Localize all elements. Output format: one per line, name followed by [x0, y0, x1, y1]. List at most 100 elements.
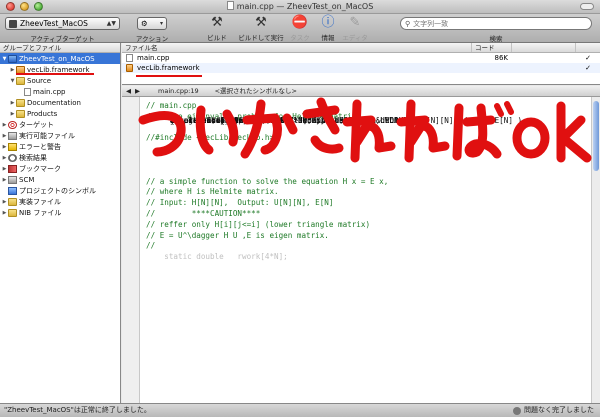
- search-field[interactable]: ⚲: [400, 17, 592, 30]
- framework-icon: [126, 64, 133, 72]
- disclosure-triangle-icon[interactable]: ▶: [1, 133, 8, 139]
- smart-folder-icon: [8, 208, 17, 217]
- magnifier-icon: [8, 153, 17, 162]
- search-icon: ⚲: [405, 19, 411, 28]
- sidebar-item-scm[interactable]: ▶ SCM: [0, 174, 120, 185]
- disclosure-triangle-icon[interactable]: ▼: [9, 78, 16, 84]
- file-list: ファイル名 コード main.cpp 86K ✓ vecLib.framewor…: [122, 43, 600, 85]
- popup-arrows-icon: ▲▼: [106, 20, 116, 27]
- sidebar-item-nib-files[interactable]: ▶ NIB ファイル: [0, 207, 120, 218]
- column-header-target[interactable]: [576, 43, 600, 52]
- disclosure-triangle-icon[interactable]: ▶: [1, 166, 8, 172]
- code-text-area[interactable]: // main.cpp// solve eigenvalue problem f…: [146, 101, 586, 403]
- cpp-file-icon: [24, 87, 31, 96]
- editor-button[interactable]: ✎ エディタ: [340, 15, 370, 42]
- folder-icon: [16, 98, 25, 107]
- disclosure-triangle-icon[interactable]: ▶: [1, 210, 8, 216]
- sidebar-item-errors-warnings[interactable]: ▶ エラーと警告: [0, 141, 120, 152]
- info-icon: ⓘ: [321, 15, 335, 30]
- executable-icon: [8, 131, 17, 140]
- build-result-text: 問題なく完了しました: [524, 406, 594, 414]
- smart-folder-icon: [8, 197, 17, 206]
- sidebar-item-executables[interactable]: ▶ 実行可能ファイル: [0, 130, 120, 141]
- editor-navigation-bar: ◀ ▶ main.cpp:19 <選択されたシンボルなし>: [122, 86, 600, 97]
- code-line: // E = U^\dagger H U ,E is eigen matrix.: [146, 230, 329, 240]
- column-header-errors[interactable]: [512, 43, 576, 52]
- sidebar-item-implementation-files[interactable]: ▶ 実装ファイル: [0, 196, 120, 207]
- target-icon: [9, 19, 17, 28]
- active-target-popup[interactable]: ZheevTest_MacOS ▲▼: [5, 17, 120, 30]
- toolbar-toggle-button[interactable]: [580, 3, 594, 10]
- zoom-window-button[interactable]: [34, 2, 43, 11]
- file-row-main-cpp[interactable]: main.cpp 86K ✓: [122, 53, 600, 63]
- build-button[interactable]: ⚒ ビルド: [202, 15, 232, 42]
- disclosure-triangle-icon[interactable]: ▶: [1, 199, 8, 205]
- code-line: // main.cpp: [146, 101, 197, 110]
- symbols-icon: [8, 186, 17, 195]
- forward-arrow-icon[interactable]: ▶: [135, 86, 140, 97]
- disclosure-triangle-icon[interactable]: ▶: [1, 155, 8, 161]
- tasks-button[interactable]: ⛔ タスク: [285, 15, 315, 42]
- target-icon: [8, 120, 17, 129]
- code-editor: ◀ ▶ main.cpp:19 <選択されたシンボルなし> // main.cp…: [122, 86, 600, 403]
- cpp-file-icon: [126, 54, 133, 62]
- nav-symbol-popup[interactable]: <選択されたシンボルなし>: [215, 86, 297, 97]
- sidebar-item-project-symbols[interactable]: プロジェクトのシンボル: [0, 185, 120, 196]
- disclosure-triangle-icon[interactable]: ▶: [9, 100, 16, 106]
- build-and-run-button[interactable]: ⚒ ビルドして実行: [238, 15, 284, 42]
- chevron-down-icon: ▾: [159, 20, 163, 27]
- vertical-scrollbar[interactable]: [591, 97, 600, 403]
- title-bar: main.cpp — ZheevTest_on_MacOS: [0, 0, 600, 14]
- file-list-header: ファイル名 コード: [122, 43, 600, 53]
- code-line: // where H is Helmite matrix.: [146, 187, 279, 197]
- sidebar-item-source[interactable]: ▼ Source: [0, 75, 120, 86]
- code-line: // a simple function to solve the equati…: [146, 176, 389, 186]
- document-icon: [226, 1, 234, 10]
- sidebar-item-project[interactable]: ▼ ZheevTest_on_MacOS: [0, 53, 120, 64]
- close-window-button[interactable]: [6, 2, 15, 11]
- search-input[interactable]: [413, 19, 584, 28]
- code-line: static double rwork[4*N];: [146, 252, 288, 262]
- code-line: //: [146, 241, 156, 251]
- folder-icon: [16, 76, 25, 85]
- disclosure-triangle-icon[interactable]: ▶: [1, 144, 8, 150]
- code-line: // ****CAUTION****: [146, 208, 261, 218]
- disclosure-triangle-icon[interactable]: ▼: [1, 56, 8, 62]
- code-line: //#include <vecLib/vecLib.h>: [146, 133, 275, 143]
- disclosure-triangle-icon[interactable]: ▶: [9, 111, 16, 117]
- sidebar-item-targets[interactable]: ▶ ターゲット: [0, 119, 120, 130]
- action-caption: アクション: [135, 35, 169, 43]
- project-icon: [8, 54, 17, 63]
- build-status-text: "ZheevTest_MacOS"は正常に終了しました。: [4, 406, 151, 414]
- target-checkbox[interactable]: ✓: [576, 54, 600, 62]
- sidebar-item-documentation[interactable]: ▶ Documentation: [0, 97, 120, 108]
- action-popup[interactable]: ⚙ ▾: [137, 17, 167, 30]
- sidebar-item-products[interactable]: ▶ Products: [0, 108, 120, 119]
- build-run-icon: ⚒: [255, 15, 267, 30]
- back-arrow-icon[interactable]: ◀: [126, 86, 131, 97]
- editor-icon: ✎: [349, 15, 361, 30]
- file-code-size: 86K: [494, 54, 509, 62]
- info-button[interactable]: ⓘ 情報: [313, 15, 343, 42]
- sidebar-item-bookmarks[interactable]: ▶ ブックマーク: [0, 163, 120, 174]
- gear-icon: ⚙: [141, 19, 148, 28]
- sidebar-item-search-results[interactable]: ▶ 検索結果: [0, 152, 120, 163]
- sidebar-item-main-cpp[interactable]: main.cpp: [0, 86, 120, 97]
- file-row-veclib-framework[interactable]: vecLib.framework ✓: [122, 63, 600, 73]
- column-header-filename[interactable]: ファイル名: [122, 43, 472, 52]
- build-ok-icon: [513, 406, 521, 415]
- code-line: static dcomplex cwork[4*N];: [170, 116, 312, 125]
- disclosure-triangle-icon[interactable]: ▶: [9, 67, 16, 73]
- target-checkbox[interactable]: ✓: [576, 64, 600, 72]
- sidebar-header: グループとファイル: [0, 43, 120, 53]
- scrollbar-thumb[interactable]: [593, 101, 599, 171]
- hammer-icon: ⚒: [211, 15, 223, 30]
- xcode-window: main.cpp — ZheevTest_on_MacOS ZheevTest_…: [0, 0, 600, 417]
- editor-gutter: [122, 97, 140, 403]
- column-header-code[interactable]: コード: [472, 43, 512, 52]
- minimize-window-button[interactable]: [20, 2, 29, 11]
- disclosure-triangle-icon[interactable]: ▶: [1, 177, 8, 183]
- disclosure-triangle-icon[interactable]: ▶: [1, 122, 8, 128]
- nav-file-popup[interactable]: main.cpp:19: [158, 86, 199, 97]
